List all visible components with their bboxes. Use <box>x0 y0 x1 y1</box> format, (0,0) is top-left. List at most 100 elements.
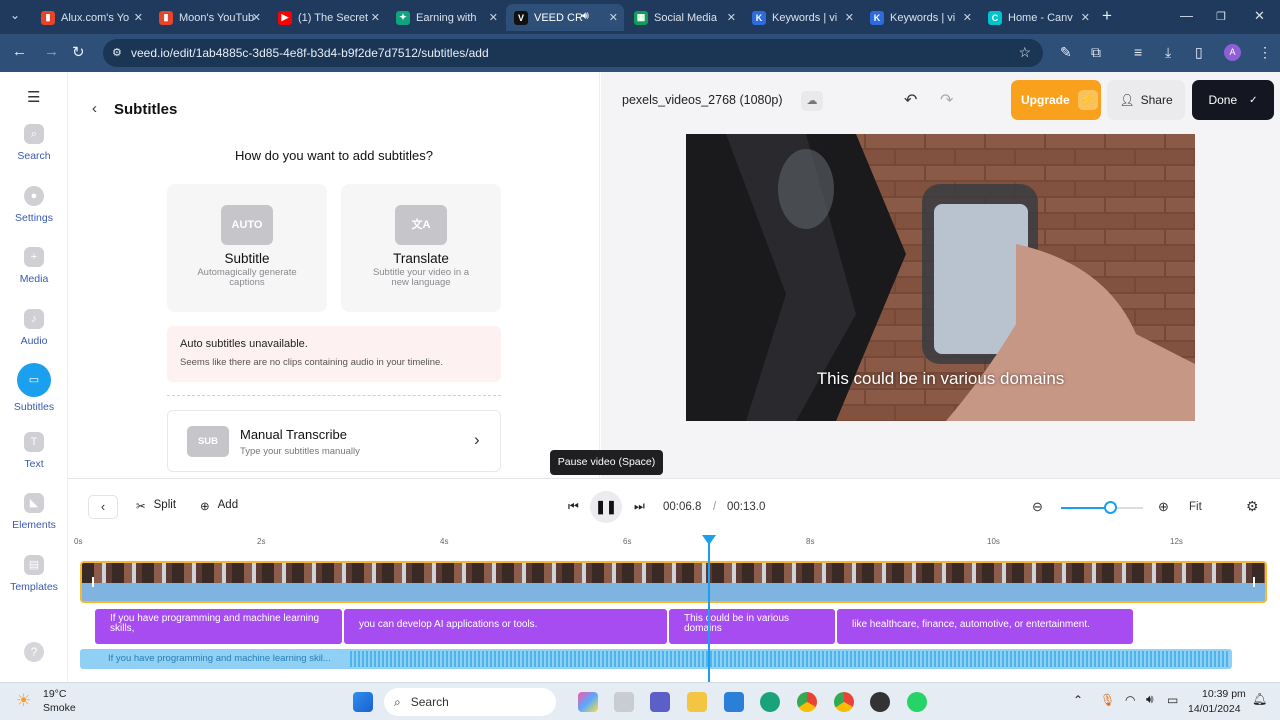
reload-icon[interactable]: ↻ <box>72 43 85 61</box>
close-icon[interactable]: ✕ <box>845 11 854 24</box>
trim-handle-right[interactable] <box>1253 577 1255 587</box>
pause-button[interactable]: ❚❚ <box>590 491 622 523</box>
fit-button[interactable]: Fit <box>1189 501 1202 513</box>
subtitle-segment[interactable]: If you have programming and machine lear… <box>95 609 342 644</box>
timeline-settings-icon[interactable]: ⚙ <box>1246 498 1259 515</box>
windows-start-icon[interactable] <box>353 692 373 712</box>
close-icon[interactable]: ✕ <box>134 11 143 24</box>
screen-recorder-icon[interactable] <box>870 692 890 712</box>
zoom-in-icon[interactable]: ⊕ <box>1158 499 1169 515</box>
copilot-icon[interactable] <box>578 692 598 712</box>
close-icon[interactable]: ✕ <box>609 11 618 24</box>
microphone-icon[interactable]: 🎙︎ <box>1100 693 1115 707</box>
upgrade-button[interactable]: Upgrade ⚡ <box>1011 80 1101 120</box>
teams-icon[interactable] <box>650 692 670 712</box>
close-icon[interactable]: ✕ <box>963 11 972 24</box>
translate-card[interactable]: 文A Translate Subtitle your video in a ne… <box>341 184 501 312</box>
rail-item-subtitles[interactable]: ▭ Subtitles <box>0 363 68 413</box>
close-icon[interactable]: ✕ <box>727 11 736 24</box>
store-icon[interactable] <box>724 692 744 712</box>
tab-search-chevron-icon[interactable]: ⌄ <box>10 8 20 22</box>
forward-icon[interactable]: ⏭ <box>634 499 645 514</box>
taskbar-search[interactable]: ⌕ Search <box>384 688 556 716</box>
chrome-active-icon[interactable] <box>834 692 854 712</box>
rewind-icon[interactable]: ⏮ <box>568 499 579 514</box>
zoom-slider-knob[interactable] <box>1104 501 1118 514</box>
playhead[interactable] <box>702 535 716 683</box>
clock-time[interactable]: 10:39 pm <box>1202 688 1246 700</box>
rail-item-media[interactable]: + Media <box>0 247 68 285</box>
tray-chevron-icon[interactable]: ⌃ <box>1073 693 1083 707</box>
url-field[interactable]: ⚙ veed.io/edit/1ab4885c-3d85-4e8f-b3d4-b… <box>103 39 1043 67</box>
share-button[interactable]: 👤︎ Share <box>1107 80 1185 120</box>
subtitle-segment[interactable]: This could be in various domains <box>669 609 835 644</box>
undo-icon[interactable]: ↶ <box>904 90 917 110</box>
site-info-icon[interactable]: ⚙ <box>112 46 122 59</box>
browser-tab[interactable]: ▶ (1) The Secret ✕ <box>270 4 386 31</box>
playhead-marker[interactable] <box>702 535 716 545</box>
redo-icon[interactable]: ↷ <box>940 90 953 110</box>
manual-transcribe-card[interactable]: SUB Manual Transcribe Type your subtitle… <box>167 410 501 472</box>
file-explorer-icon[interactable] <box>687 692 707 712</box>
trim-handle-left[interactable] <box>92 577 94 587</box>
forward-arrow-icon[interactable]: → <box>44 43 59 60</box>
close-window-icon[interactable]: ✕ <box>1254 8 1265 24</box>
close-icon[interactable]: ✕ <box>252 11 261 24</box>
rail-item-search[interactable]: ⌕ Search <box>0 124 68 162</box>
download-icon[interactable]: ⤓ <box>1165 44 1171 61</box>
close-icon[interactable]: ✕ <box>1081 11 1090 24</box>
notification-bell-icon[interactable]: 🔔︎ <box>1252 692 1267 706</box>
browser-tab[interactable]: K Keywords | vi ✕ <box>862 4 978 31</box>
more-menu-icon[interactable]: ⋮ <box>1258 44 1272 61</box>
wifi-icon[interactable]: ◠ <box>1125 693 1135 707</box>
task-view-icon[interactable] <box>614 692 634 712</box>
browser-tab[interactable]: K Keywords | vi ✕ <box>744 4 860 31</box>
battery-icon[interactable]: ▭ <box>1167 693 1178 707</box>
clock-date[interactable]: 14/01/2024 <box>1188 703 1241 715</box>
subtitle-segment[interactable]: like healthcare, finance, automotive, or… <box>837 609 1133 644</box>
audio-track[interactable]: If you have programming and machine lear… <box>80 649 1232 669</box>
chrome-icon[interactable] <box>797 692 817 712</box>
back-arrow-icon[interactable]: ← <box>12 43 27 60</box>
browser-tab-active[interactable]: V VEED CR 🔊︎ ✕ <box>506 4 624 31</box>
bookmark-star-icon[interactable]: ☆ <box>1018 44 1031 61</box>
browser-tab[interactable]: C Home - Canv ✕ <box>980 4 1096 31</box>
browser-tab[interactable]: ✦ Earning with ✕ <box>388 4 504 31</box>
help-icon[interactable]: ? <box>24 642 44 662</box>
rail-item-audio[interactable]: ♪ Audio <box>0 309 68 347</box>
edge-icon[interactable] <box>760 692 780 712</box>
zoom-out-icon[interactable]: ⊖ <box>1032 499 1043 515</box>
hamburger-menu-icon[interactable]: ☰ <box>27 88 40 106</box>
rail-item-settings[interactable]: ● Settings <box>0 186 68 224</box>
whatsapp-icon[interactable] <box>907 692 927 712</box>
close-icon[interactable]: ✕ <box>371 11 380 24</box>
split-button[interactable]: ✂ Split <box>136 499 176 513</box>
rail-item-templates[interactable]: ▤ Templates <box>0 555 68 593</box>
video-track[interactable] <box>80 561 1267 603</box>
collapse-chevron-icon[interactable]: ‹ <box>88 495 118 519</box>
subtitle-auto-card[interactable]: AUTO Subtitle Automagically generate cap… <box>167 184 327 312</box>
pen-icon[interactable]: ✎ <box>1060 44 1072 61</box>
restore-icon[interactable]: ❐ <box>1216 10 1226 23</box>
weather-icon[interactable]: ☀ <box>16 691 31 711</box>
close-icon[interactable]: ✕ <box>489 11 498 24</box>
speaker-icon[interactable]: 🔊︎ <box>582 10 589 23</box>
side-panel-icon[interactable]: ▯ <box>1195 44 1203 61</box>
subtitle-segment[interactable]: you can develop AI applications or tools… <box>344 609 667 644</box>
video-preview[interactable]: This could be in various domains <box>686 134 1195 421</box>
browser-tab[interactable]: ▮ Alux.com's Yo ✕ <box>33 4 149 31</box>
add-button[interactable]: ⊕ Add <box>200 499 238 513</box>
volume-icon[interactable]: 🔊︎ <box>1146 692 1154 707</box>
new-tab-icon[interactable]: + <box>1102 6 1112 26</box>
rail-item-elements[interactable]: ◣ Elements <box>0 493 68 531</box>
done-button[interactable]: Done ✓ <box>1192 80 1274 120</box>
back-chevron-icon[interactable]: ‹ <box>92 100 97 117</box>
reading-list-icon[interactable]: ≡ <box>1134 44 1142 60</box>
minimize-icon[interactable]: — <box>1180 8 1193 23</box>
browser-tab[interactable]: ▦ Social Media ✕ <box>626 4 742 31</box>
zoom-slider[interactable] <box>1061 501 1143 514</box>
profile-avatar[interactable]: A <box>1224 44 1241 61</box>
extensions-icon[interactable]: ⧉ <box>1091 44 1101 61</box>
rail-item-text[interactable]: T Text <box>0 432 68 470</box>
browser-tab[interactable]: ▮ Moon's YouTub ✕ <box>151 4 267 31</box>
